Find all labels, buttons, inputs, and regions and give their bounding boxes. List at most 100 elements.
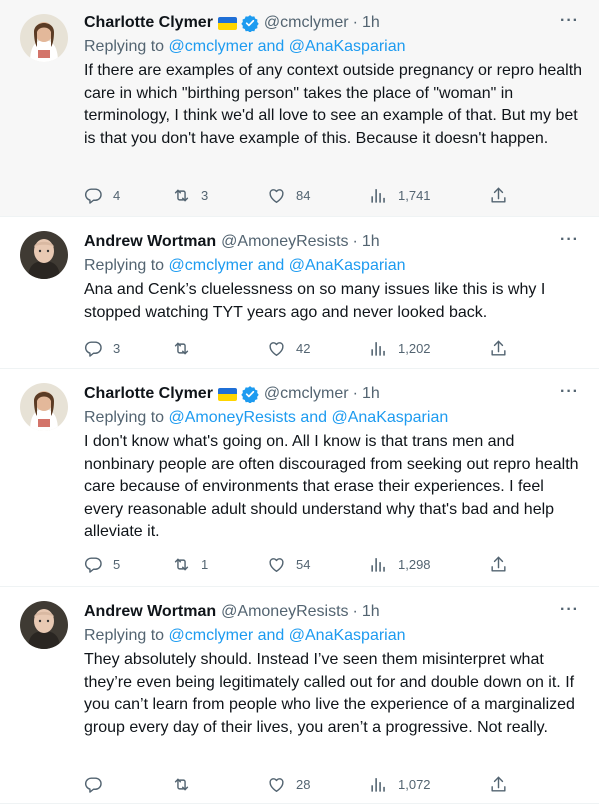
- reply-icon: [84, 339, 103, 358]
- share-icon: [489, 186, 508, 205]
- analytics-icon: [369, 339, 388, 358]
- like-count: 28: [296, 777, 311, 792]
- more-icon[interactable]: ···: [560, 12, 579, 30]
- tweet-actions: 28 1,072: [84, 775, 583, 795]
- replying-to-users[interactable]: @AmoneyResists and @AnaKasparian: [169, 409, 449, 426]
- retweet-icon: [172, 775, 191, 794]
- replying-to-prefix: Replying to: [84, 627, 165, 644]
- verified-badge-icon[interactable]: [241, 385, 259, 404]
- replying-to-prefix: Replying to: [84, 409, 165, 426]
- separator-dot: ·: [352, 603, 358, 620]
- heart-icon: [267, 555, 286, 574]
- display-name[interactable]: Charlotte Clymer: [84, 385, 213, 403]
- retweet-button[interactable]: [172, 775, 201, 794]
- reply-button[interactable]: 3: [84, 339, 120, 358]
- timeline: Charlotte Clymer @cmclymer · 1h ··· Replying …: [0, 0, 599, 804]
- share-button[interactable]: [489, 186, 508, 205]
- analytics-icon: [369, 555, 388, 574]
- more-icon[interactable]: ···: [560, 231, 579, 249]
- tweet-actions: 3 42 1,202: [84, 339, 583, 359]
- like-button[interactable]: 42: [267, 339, 310, 358]
- retweet-button[interactable]: 1: [172, 555, 208, 574]
- avatar[interactable]: [20, 601, 68, 649]
- timestamp[interactable]: 1h: [362, 603, 380, 621]
- share-button[interactable]: [489, 339, 508, 358]
- verified-badge-icon[interactable]: [241, 14, 259, 33]
- like-button[interactable]: 84: [267, 186, 310, 205]
- replying-to: Replying to @cmclymer and @AnaKasparian: [84, 254, 583, 278]
- reply-count: 4: [113, 188, 121, 203]
- tweet[interactable]: Andrew Wortman @AmoneyResists · 1h ··· Replyi…: [0, 217, 599, 369]
- reply-icon: [84, 186, 103, 205]
- tweet-actions: 4 3 84 1,741: [84, 186, 583, 206]
- tweet[interactable]: Charlotte Clymer @cmclymer · 1h ··· Replying …: [0, 0, 599, 217]
- retweet-icon: [172, 555, 191, 574]
- avatar[interactable]: [20, 14, 68, 62]
- view-count: 1,741: [398, 188, 431, 203]
- heart-icon: [267, 339, 286, 358]
- tweet-text: If there are examples of any context out…: [84, 62, 583, 147]
- avatar[interactable]: [20, 231, 68, 279]
- views-button[interactable]: 1,202: [369, 339, 431, 358]
- share-icon: [489, 339, 508, 358]
- tweet-body: Andrew Wortman @AmoneyResists · 1h ··· Replyi…: [84, 601, 583, 739]
- like-count: 84: [296, 188, 311, 203]
- tweet-actions: 5 1 54 1,298: [84, 555, 583, 575]
- reply-icon: [84, 775, 103, 794]
- tweet-header: Charlotte Clymer @cmclymer · 1h ···: [84, 12, 583, 34]
- tweet[interactable]: Charlotte Clymer @cmclymer · 1h ··· Replying …: [0, 369, 599, 587]
- like-button[interactable]: 28: [267, 775, 310, 794]
- replying-to: Replying to @cmclymer and @AnaKasparian: [84, 624, 583, 648]
- tweet-header: Charlotte Clymer @cmclymer · 1h ···: [84, 383, 583, 405]
- views-button[interactable]: 1,741: [369, 186, 431, 205]
- reply-icon: [84, 555, 103, 574]
- tweet[interactable]: Andrew Wortman @AmoneyResists · 1h ··· Replyi…: [0, 587, 599, 804]
- replying-to: Replying to @cmclymer and @AnaKasparian: [84, 35, 583, 59]
- more-icon[interactable]: ···: [560, 383, 579, 401]
- timestamp[interactable]: 1h: [362, 14, 380, 32]
- tweet-body: Charlotte Clymer @cmclymer · 1h ··· Replying …: [84, 383, 583, 544]
- retweet-icon: [172, 186, 191, 205]
- timestamp[interactable]: 1h: [362, 385, 380, 403]
- user-handle[interactable]: @AmoneyResists: [221, 233, 348, 251]
- timestamp[interactable]: 1h: [362, 233, 380, 251]
- replying-to-users[interactable]: @cmclymer and @AnaKasparian: [169, 38, 406, 55]
- user-handle[interactable]: @cmclymer: [264, 385, 349, 403]
- retweet-button[interactable]: 3: [172, 186, 208, 205]
- analytics-icon: [369, 775, 388, 794]
- avatar[interactable]: [20, 383, 68, 431]
- display-name[interactable]: Andrew Wortman: [84, 233, 216, 251]
- views-button[interactable]: 1,072: [369, 775, 431, 794]
- retweet-count: 1: [201, 557, 209, 572]
- share-button[interactable]: [489, 555, 508, 574]
- tweet-text: They absolutely should. Instead I’ve see…: [84, 651, 575, 736]
- share-icon: [489, 555, 508, 574]
- replying-to-users[interactable]: @cmclymer and @AnaKasparian: [169, 257, 406, 274]
- more-icon[interactable]: ···: [560, 601, 579, 619]
- reply-button[interactable]: 4: [84, 186, 120, 205]
- share-button[interactable]: [489, 775, 508, 794]
- analytics-icon: [369, 186, 388, 205]
- tweet-text: I don't know what's going on. All I know…: [84, 433, 579, 540]
- reply-count: 5: [113, 557, 121, 572]
- heart-icon: [267, 775, 286, 794]
- tweet-body: Andrew Wortman @AmoneyResists · 1h ··· Replyi…: [84, 231, 583, 324]
- like-button[interactable]: 54: [267, 555, 310, 574]
- replying-to-users[interactable]: @cmclymer and @AnaKasparian: [169, 627, 406, 644]
- separator-dot: ·: [352, 233, 358, 250]
- display-name[interactable]: Andrew Wortman: [84, 603, 216, 621]
- user-handle[interactable]: @AmoneyResists: [221, 603, 348, 621]
- user-handle[interactable]: @cmclymer: [264, 14, 349, 32]
- reply-count: 3: [113, 341, 121, 356]
- like-count: 54: [296, 557, 311, 572]
- views-button[interactable]: 1,298: [369, 555, 431, 574]
- retweet-count: 3: [201, 188, 209, 203]
- reply-button[interactable]: [84, 775, 113, 794]
- replying-to-prefix: Replying to: [84, 38, 165, 55]
- separator-dot: ·: [352, 385, 358, 402]
- display-name[interactable]: Charlotte Clymer: [84, 14, 213, 32]
- retweet-button[interactable]: [172, 339, 201, 358]
- tweet-header: Andrew Wortman @AmoneyResists · 1h ···: [84, 231, 583, 253]
- heart-icon: [267, 186, 286, 205]
- reply-button[interactable]: 5: [84, 555, 120, 574]
